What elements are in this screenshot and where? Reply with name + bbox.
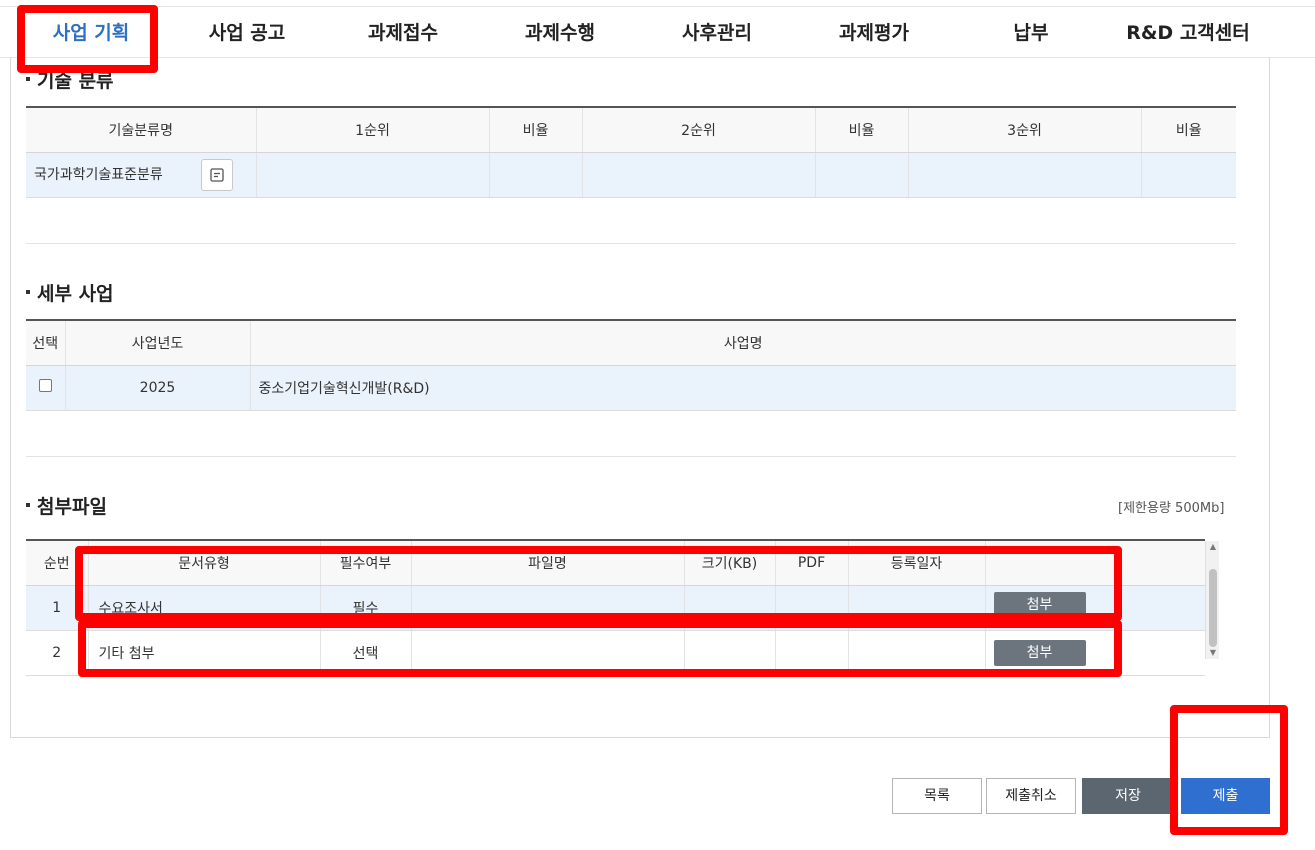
th-doc-type: 문서유형 xyxy=(87,540,320,586)
nav-item-submission[interactable]: 과제접수 xyxy=(338,7,468,59)
table-row: 2025 중소기업기술혁신개발(R&D) xyxy=(26,365,1236,411)
file-name-cell xyxy=(410,585,684,631)
save-button[interactable]: 저장 xyxy=(1082,778,1174,814)
th-no: 순번 xyxy=(26,540,88,586)
th-pdf: PDF xyxy=(774,540,848,586)
tech-table: 기술분류명 1순위 비율 2순위 비율 3순위 비율 국가과학기술표준분류 xyxy=(26,106,1236,198)
th-ratio-2: 비율 xyxy=(814,107,908,153)
th-required: 필수여부 xyxy=(319,540,411,586)
row-checkbox[interactable] xyxy=(38,379,52,392)
th-year: 사업년도 xyxy=(64,320,250,366)
table-scrollbar[interactable]: ▲ ▼ xyxy=(1205,541,1219,659)
list-button[interactable]: 목록 xyxy=(892,778,982,814)
reg-date-cell xyxy=(847,585,985,631)
submit-button[interactable]: 제출 xyxy=(1181,778,1270,814)
th-ratio-1: 비율 xyxy=(488,107,582,153)
no-cell: 2 xyxy=(26,630,88,676)
reg-date-cell xyxy=(847,630,985,676)
th-select: 선택 xyxy=(26,320,65,366)
detail-section-title: 세부 사업 xyxy=(26,279,114,306)
th-size: 크기(KB) xyxy=(683,540,775,586)
attach-section-title: 첨부파일 xyxy=(26,492,107,519)
doc-type-cell: 수요조사서 xyxy=(87,585,320,631)
required-cell: 필수 xyxy=(319,585,411,631)
size-cell xyxy=(683,585,775,631)
table-row: 1 수요조사서 필수 첨부 xyxy=(26,585,1205,631)
tech-section-title: 기술 분류 xyxy=(26,66,114,93)
scroll-thumb[interactable] xyxy=(1209,569,1217,647)
action-cell: 첨부 xyxy=(984,585,1205,631)
pdf-cell xyxy=(774,630,848,676)
th-rank-2: 2순위 xyxy=(581,107,815,153)
detail-table: 선택 사업년도 사업명 2025 중소기업기술혁신개발(R&D) xyxy=(26,319,1236,411)
th-reg-date: 등록일자 xyxy=(847,540,985,586)
attach-button[interactable]: 첨부 xyxy=(993,639,1086,666)
th-rank-1: 1순위 xyxy=(255,107,489,153)
rank-2-cell xyxy=(581,152,815,198)
tech-name-cell: 국가과학기술표준분류 xyxy=(26,152,256,198)
th-file-name: 파일명 xyxy=(410,540,684,586)
no-cell: 1 xyxy=(26,585,88,631)
divider xyxy=(26,456,1236,457)
cancel-submit-button[interactable]: 제출취소 xyxy=(986,778,1076,814)
divider xyxy=(26,243,1236,244)
nav-item-customer-center[interactable]: R&D 고객센터 xyxy=(1118,7,1258,59)
year-cell: 2025 xyxy=(64,365,250,411)
list-icon[interactable] xyxy=(201,158,234,191)
table-row: 2 기타 첨부 선택 첨부 xyxy=(26,630,1205,676)
rank-1-cell xyxy=(255,152,489,198)
nav-item-follow-up[interactable]: 사후관리 xyxy=(652,7,782,59)
top-navigation: 사업 기획 사업 공고 과제접수 과제수행 사후관리 과제평가 납부 R&D 고… xyxy=(0,6,1315,58)
attach-button[interactable]: 첨부 xyxy=(993,592,1086,618)
size-limit-label: [제한용량 500Mb] xyxy=(1118,501,1225,516)
table-row: 국가과학기술표준분류 xyxy=(26,152,1236,198)
scroll-down-icon[interactable]: ▼ xyxy=(1206,647,1220,659)
nav-item-execution[interactable]: 과제수행 xyxy=(495,7,625,59)
nav-item-business-plan[interactable]: 사업 기획 xyxy=(26,7,156,59)
ratio-2-cell xyxy=(814,152,908,198)
th-tech-name: 기술분류명 xyxy=(26,107,256,153)
business-name-cell: 중소기업기술혁신개발(R&D) xyxy=(249,365,1236,411)
select-cell xyxy=(26,365,65,411)
tech-name-label: 국가과학기술표준분류 xyxy=(34,166,163,183)
action-cell: 첨부 xyxy=(984,630,1205,676)
ratio-3-cell xyxy=(1140,152,1236,198)
nav-item-announcement[interactable]: 사업 공고 xyxy=(182,7,312,59)
th-action xyxy=(984,540,1205,586)
size-cell xyxy=(683,630,775,676)
nav-item-evaluation[interactable]: 과제평가 xyxy=(809,7,939,59)
pdf-cell xyxy=(774,585,848,631)
ratio-1-cell xyxy=(488,152,582,198)
required-cell: 선택 xyxy=(319,630,411,676)
th-rank-3: 3순위 xyxy=(907,107,1141,153)
file-name-cell xyxy=(410,630,684,676)
nav-item-payment[interactable]: 납부 xyxy=(966,7,1096,59)
scroll-up-icon[interactable]: ▲ xyxy=(1206,541,1220,553)
attach-table: 순번 문서유형 필수여부 파일명 크기(KB) PDF 등록일자 1 수요조사서… xyxy=(26,539,1205,676)
doc-type-cell: 기타 첨부 xyxy=(87,630,320,676)
th-ratio-3: 비율 xyxy=(1140,107,1236,153)
th-business-name: 사업명 xyxy=(249,320,1236,366)
rank-3-cell xyxy=(907,152,1141,198)
